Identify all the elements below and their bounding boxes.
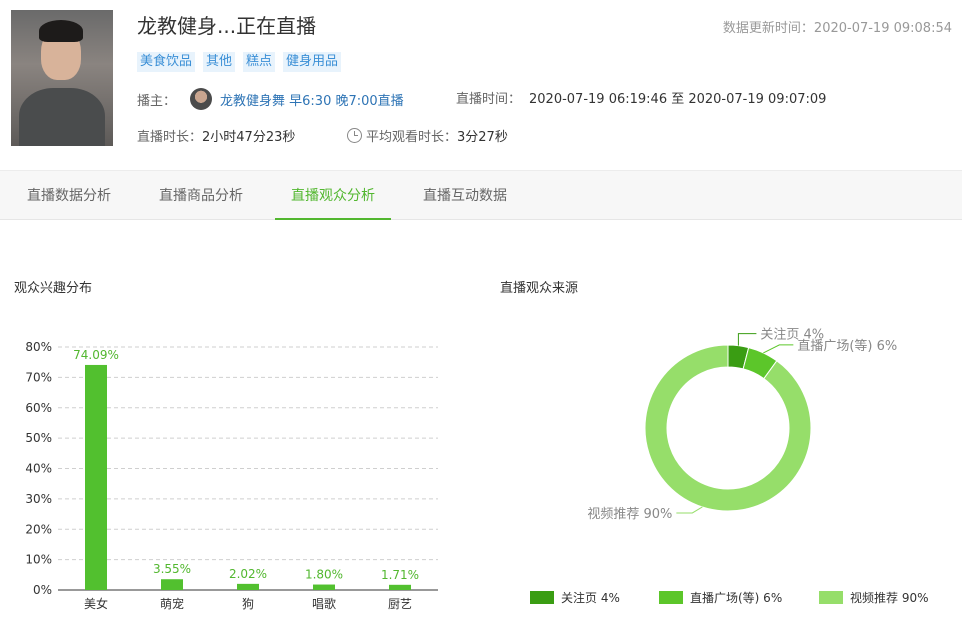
y-tick-label: 10%: [25, 553, 52, 567]
y-tick-label: 80%: [25, 340, 52, 354]
live-time-row: 直播时间： 2020-07-19 06:19:46 至 2020-07-19 0…: [456, 88, 826, 107]
bar-value-label: 74.09%: [73, 348, 119, 362]
x-tick-label: 萌宠: [160, 596, 184, 611]
legend-item-video[interactable]: 视频推荐 90%: [819, 589, 929, 606]
duration-row: 直播时长： 2小时47分23秒: [137, 126, 295, 145]
legend-label: 视频推荐 90%: [850, 591, 929, 605]
y-tick-label: 20%: [25, 522, 52, 536]
streamer-avatar[interactable]: [11, 10, 113, 146]
bar: [237, 583, 259, 590]
y-tick-label: 0%: [33, 583, 52, 597]
bar: [161, 579, 183, 590]
slice-leader-line: [737, 333, 757, 346]
anchor-row: 播主： 龙教健身舞 早6:30 晚7:00直播: [137, 88, 404, 110]
category-tag[interactable]: 其他: [203, 52, 236, 72]
analysis-tabs: 直播数据分析 直播商品分析 直播观众分析 直播互动数据: [0, 170, 962, 220]
interest-bar-chart: 0% 10% 20% 30% 40% 50% 60% 70% 80% 74.09% 美女 3.55% 萌…: [25, 340, 438, 611]
y-tick-label: 50%: [25, 431, 52, 445]
y-tick-label: 40%: [25, 462, 52, 476]
anchor-label: 播主：: [137, 93, 177, 109]
duration-label: 直播时长：: [137, 130, 203, 145]
live-header: 龙教健身...正在直播 数据更新时间：2020-07-19 09:08:54 美…: [0, 0, 962, 170]
avg-watch-label: 平均观看时长：: [366, 130, 458, 145]
bar-value-label: 1.71%: [381, 568, 419, 582]
y-tick-label: 70%: [25, 370, 52, 384]
slice-label: 视频推荐 90%: [587, 507, 672, 522]
live-time-label: 直播时间：: [456, 92, 522, 107]
tab-live-audience[interactable]: 直播观众分析: [275, 171, 391, 220]
interest-section-title: 观众兴趣分布: [14, 281, 93, 296]
donut-slice: [644, 344, 812, 512]
category-tag[interactable]: 美食饮品: [137, 52, 196, 72]
x-tick-label: 唱歌: [312, 596, 336, 611]
slice-leader-line: [676, 506, 703, 514]
category-tags: 美食饮品 其他 糕点 健身用品: [137, 52, 342, 72]
y-tick-label: 60%: [25, 401, 52, 415]
tab-live-interaction[interactable]: 直播互动数据: [407, 171, 523, 220]
update-time: 数据更新时间：2020-07-19 09:08:54: [722, 21, 952, 36]
source-section-title: 直播观众来源: [500, 281, 579, 296]
x-tick-label: 美女: [84, 596, 108, 611]
category-tag[interactable]: 糕点: [243, 52, 276, 72]
anchor-name-link[interactable]: 龙教健身舞 早6:30 晚7:00直播: [220, 90, 404, 109]
slice-label: 直播广场(等) 6%: [797, 338, 897, 354]
anchor-avatar[interactable]: [190, 88, 213, 110]
y-tick-label: 30%: [25, 492, 52, 506]
tab-live-products[interactable]: 直播商品分析: [143, 171, 259, 220]
legend-label: 关注页 4%: [561, 591, 620, 605]
duration-value: 2小时47分23秒: [202, 130, 296, 145]
bar-value-label: 1.80%: [305, 568, 343, 582]
bar-value-label: 3.55%: [153, 562, 191, 576]
page-title: 龙教健身...正在直播: [137, 14, 317, 38]
audience-source-donut-chart: 关注页 4%直播广场(等) 6%视频推荐 90%: [587, 328, 897, 522]
tab-live-data[interactable]: 直播数据分析: [11, 171, 127, 220]
clock-icon: [347, 128, 362, 143]
avg-watch-value: 3分27秒: [457, 130, 508, 145]
legend-item-plaza[interactable]: 直播广场(等) 6%: [659, 589, 782, 606]
bar: [85, 364, 107, 590]
legend-swatch: [819, 591, 843, 604]
slice-leader-line: [763, 344, 794, 354]
category-tag[interactable]: 健身用品: [283, 52, 342, 72]
legend-swatch: [530, 591, 554, 604]
live-time-value: 2020-07-19 06:19:46 至 2020-07-19 09:07:0…: [529, 92, 827, 107]
bar: [389, 584, 411, 590]
legend-swatch: [659, 591, 683, 604]
legend-item-follow[interactable]: 关注页 4%: [530, 589, 620, 606]
x-tick-label: 狗: [242, 597, 254, 611]
avg-watch-row: 平均观看时长： 3分27秒: [347, 126, 508, 145]
x-tick-label: 厨艺: [388, 597, 412, 611]
legend-label: 直播广场(等) 6%: [690, 591, 783, 605]
bar-value-label: 2.02%: [229, 567, 267, 581]
bar: [313, 584, 335, 590]
